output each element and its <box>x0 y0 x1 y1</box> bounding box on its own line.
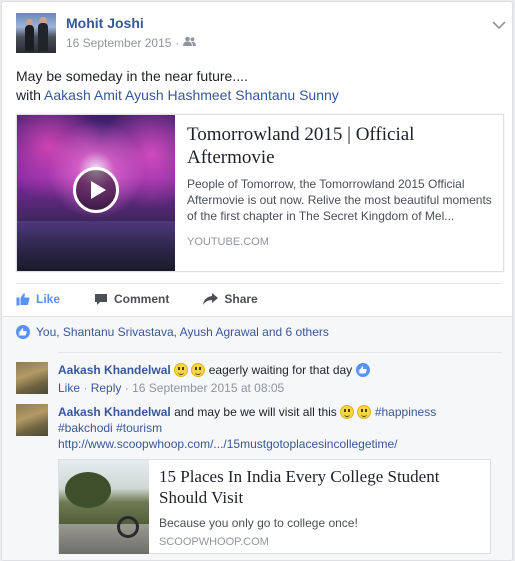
post-header: Mohit Joshi 16 September 2015 · <box>16 13 506 55</box>
likes-summary[interactable]: You, Shantanu Srivastava, Ayush Agrawal … <box>16 325 329 339</box>
comment-text: eagerly waiting for that day <box>208 363 353 377</box>
link2-details: 15 Places In India Every College Student… <box>159 466 479 548</box>
post-date[interactable]: 16 September 2015 <box>66 36 171 50</box>
share-icon <box>203 293 219 305</box>
comment-link-preview[interactable]: 15 Places In India Every College Student… <box>58 459 491 554</box>
like-label: Like <box>36 292 61 306</box>
action-bar: Like Comment Share <box>16 284 502 314</box>
smiley-emoji-icon <box>340 405 355 419</box>
commenter-avatar[interactable] <box>16 404 48 436</box>
tagged-friend[interactable]: Hashmeet <box>168 87 232 103</box>
like-count-icon <box>16 325 30 339</box>
share-label: Share <box>224 292 258 306</box>
post-card: Mohit Joshi 16 September 2015 · May be s… <box>1 1 513 561</box>
thumbs-up-icon <box>16 293 30 306</box>
link2-domain: SCOOPWHOOP.COM <box>159 536 269 548</box>
post-meta: 16 September 2015 · <box>66 36 197 50</box>
comment-like-icon <box>355 363 370 377</box>
comment-button[interactable]: Comment <box>94 289 169 309</box>
comment-reply-link[interactable]: Reply <box>91 381 122 395</box>
comment-like-link[interactable]: Like <box>58 381 80 395</box>
comment-actions: Like · Reply · 16 September 2015 at 08:0… <box>58 380 504 396</box>
tagged-friend[interactable]: Sunny <box>299 87 339 103</box>
author-avatar[interactable] <box>16 13 56 53</box>
link2-description: Because you only go to college once! <box>159 516 358 530</box>
comment-timestamp[interactable]: 16 September 2015 at 08:05 <box>132 381 284 395</box>
author-name[interactable]: Mohit Joshi <box>66 15 144 31</box>
with-label: with <box>16 87 41 103</box>
hashtag[interactable]: #tourism <box>116 421 162 435</box>
like-button[interactable]: Like <box>16 289 60 309</box>
shared-link-card[interactable]: Tomorrowland 2015 | Official Aftermovie … <box>16 114 504 272</box>
tagged-friend[interactable]: Amit <box>94 87 122 103</box>
hashtag[interactable]: #bakchodi <box>58 421 113 435</box>
comment-url[interactable]: http://www.scoopwhoop.com/.../15mustgoto… <box>58 437 398 451</box>
link-title[interactable]: Tomorrowland 2015 | Official Aftermovie <box>187 123 493 169</box>
smiley-emoji-icon <box>357 405 372 419</box>
video-thumbnail[interactable] <box>17 115 175 271</box>
comment-dot: · <box>83 381 88 395</box>
comment-body: Aakash Khandelwal eagerly waiting for th… <box>58 362 504 396</box>
smiley-emoji-icon <box>191 363 206 377</box>
link-thumbnail[interactable] <box>59 460 149 554</box>
tagged-friend[interactable]: Shantanu <box>235 87 295 103</box>
comment-body: Aakash Khandelwal and may be we will vis… <box>58 404 504 452</box>
comment-icon <box>95 293 108 305</box>
hashtag[interactable]: #happiness <box>375 405 436 419</box>
commenter-name[interactable]: Aakash Khandelwal <box>58 363 171 377</box>
link-details: Tomorrowland 2015 | Official Aftermovie … <box>187 123 493 248</box>
status-text: May be someday in the near future.... <box>16 68 248 84</box>
share-button[interactable]: Share <box>203 289 258 309</box>
link-domain: YOUTUBE.COM <box>187 236 269 248</box>
tagged-friend[interactable]: Ayush <box>125 87 164 103</box>
friends-audience-icon[interactable] <box>183 36 197 50</box>
commenter-avatar[interactable] <box>16 362 48 394</box>
meta-separator: · <box>175 36 180 50</box>
comment-text: and may be we will visit all this <box>174 405 337 419</box>
comment-dot: · <box>124 381 129 395</box>
post-status: May be someday in the near future.... wi… <box>16 67 339 105</box>
link2-title[interactable]: 15 Places In India Every College Student… <box>159 466 479 508</box>
comment-label: Comment <box>114 292 170 306</box>
chevron-down-icon[interactable] <box>492 17 506 30</box>
tagged-friend[interactable]: Aakash <box>44 87 91 103</box>
likes-summary-text: You, Shantanu Srivastava, Ayush Agrawal … <box>36 325 329 339</box>
play-icon[interactable] <box>73 167 119 213</box>
smiley-emoji-icon <box>174 363 189 377</box>
divider <box>58 352 502 353</box>
link-description: People of Tomorrow, the Tomorrowland 201… <box>187 177 492 223</box>
with-tags: with Aakash Amit Ayush Hashmeet Shantanu… <box>16 86 339 105</box>
commenter-name[interactable]: Aakash Khandelwal <box>58 405 171 419</box>
